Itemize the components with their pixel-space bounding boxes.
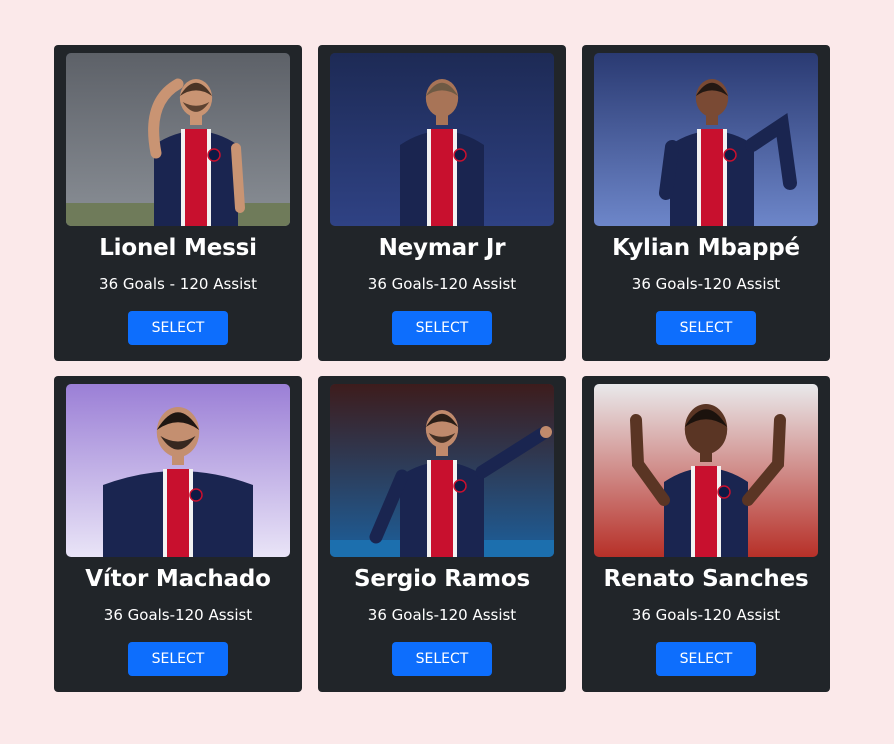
- select-button[interactable]: SELECT: [392, 311, 492, 345]
- select-button[interactable]: SELECT: [656, 311, 756, 345]
- player-name: Renato Sanches: [603, 566, 809, 592]
- player-card: Kylian Mbappé 36 Goals-120 Assist SELECT: [582, 45, 830, 361]
- select-button[interactable]: SELECT: [128, 311, 228, 345]
- player-card: Neymar Jr 36 Goals-120 Assist SELECT: [318, 45, 566, 361]
- player-stats: 36 Goals-120 Assist: [631, 606, 781, 624]
- player-photo: [594, 53, 818, 226]
- player-name: Vítor Machado: [85, 566, 271, 592]
- player-card: Lionel Messi 36 Goals - 120 Assist SELEC…: [54, 45, 302, 361]
- select-button[interactable]: SELECT: [656, 642, 756, 676]
- player-photo: [66, 53, 290, 226]
- player-stats: 36 Goals-120 Assist: [367, 606, 517, 624]
- player-illustration: [594, 53, 818, 226]
- player-name: Neymar Jr: [378, 235, 506, 261]
- player-grid: Lionel Messi 36 Goals - 120 Assist SELEC…: [54, 45, 830, 692]
- player-name: Sergio Ramos: [354, 566, 530, 592]
- player-name: Lionel Messi: [99, 235, 257, 261]
- player-illustration: [66, 53, 290, 226]
- player-card: Renato Sanches 36 Goals-120 Assist SELEC…: [582, 376, 830, 692]
- player-stats: 36 Goals-120 Assist: [103, 606, 253, 624]
- player-illustration: [330, 384, 554, 557]
- player-photo: [330, 53, 554, 226]
- player-photo: [594, 384, 818, 557]
- player-illustration: [66, 384, 290, 557]
- player-photo: [330, 384, 554, 557]
- player-illustration: [594, 384, 818, 557]
- player-stats: 36 Goals-120 Assist: [631, 275, 781, 293]
- player-stats: 36 Goals - 120 Assist: [99, 275, 257, 293]
- player-card: Vítor Machado 36 Goals-120 Assist SELECT: [54, 376, 302, 692]
- select-button[interactable]: SELECT: [392, 642, 492, 676]
- player-name: Kylian Mbappé: [612, 235, 800, 261]
- player-card: Sergio Ramos 36 Goals-120 Assist SELECT: [318, 376, 566, 692]
- player-photo: [66, 384, 290, 557]
- player-stats: 36 Goals-120 Assist: [367, 275, 517, 293]
- select-button[interactable]: SELECT: [128, 642, 228, 676]
- player-illustration: [330, 53, 554, 226]
